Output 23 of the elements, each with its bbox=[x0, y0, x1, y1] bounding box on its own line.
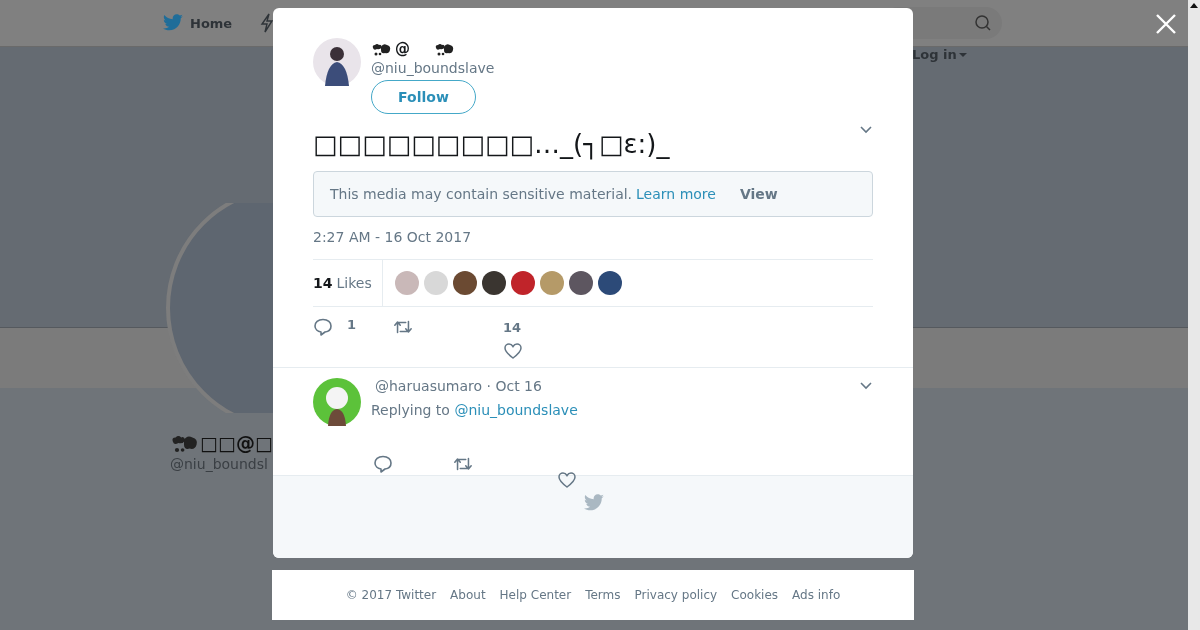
copyright-text: © 2017 Twitter bbox=[345, 588, 437, 602]
footer-link[interactable]: Ads info bbox=[792, 588, 841, 602]
footer-link[interactable]: Privacy policy bbox=[634, 588, 718, 602]
tweet-timestamp[interactable]: 2:27 AM - 16 Oct 2017 bbox=[273, 217, 913, 245]
reply-count: 1 bbox=[347, 317, 357, 334]
home-link[interactable]: Home bbox=[190, 15, 233, 31]
view-button[interactable]: View bbox=[739, 186, 778, 202]
notice-text: This media may contain sensitive material. bbox=[330, 186, 633, 202]
mention-link[interactable]: @niu_boundslave bbox=[454, 402, 578, 418]
likes-count[interactable]: 14 Likes bbox=[313, 260, 383, 306]
tweet-text: □□□□□□□□□…_(┐□ε:)_ bbox=[313, 129, 670, 159]
learn-more-link[interactable]: Learn more bbox=[636, 186, 716, 202]
replying-to-text: Replying to @niu_boundslave bbox=[371, 402, 579, 418]
footer-link[interactable]: Cookies bbox=[731, 588, 779, 602]
reply-author[interactable]: @haruasumaro · Oct 16 bbox=[375, 378, 542, 394]
display-name: @ bbox=[395, 40, 410, 58]
follow-button[interactable]: Follow bbox=[371, 80, 476, 114]
footer-link[interactable]: About bbox=[450, 588, 486, 602]
like-count: 14 bbox=[503, 320, 522, 335]
footer-link[interactable]: Help Center bbox=[499, 588, 572, 602]
user-handle: @niu_boundslave bbox=[371, 60, 495, 76]
footer-link[interactable]: Terms bbox=[585, 588, 621, 602]
profile-name: □□@□ bbox=[200, 432, 273, 454]
